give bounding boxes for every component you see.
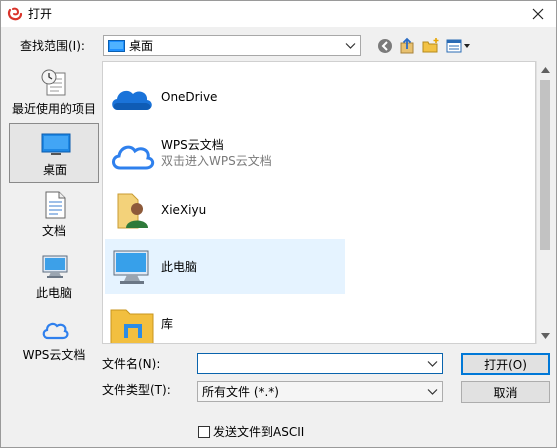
look-in-label: 查找范围(I): (20, 39, 85, 53)
new-folder-button[interactable] (421, 36, 441, 56)
user-folder-icon (117, 193, 148, 229)
file-subtitle: 双击进入WPS云文档 (161, 154, 272, 168)
file-list[interactable]: OneDrive WPS云文档 双击进入WPS云文档 XieXiyu 此电脑 库 (102, 61, 536, 344)
scroll-down-button[interactable] (537, 327, 553, 344)
places-sidebar: 最近使用的项目 桌面 文档 此电脑 WPS云文档 (5, 61, 99, 369)
place-documents[interactable]: 文档 (9, 185, 99, 245)
back-arrow-icon (378, 39, 392, 53)
chevron-down-icon (427, 389, 438, 395)
view-list-icon (446, 39, 470, 53)
chevron-down-icon[interactable] (426, 357, 439, 370)
desktop-folder-icon (108, 40, 125, 52)
list-item-user-folder[interactable]: XieXiyu (105, 182, 345, 237)
list-item-onedrive[interactable]: OneDrive (105, 70, 345, 125)
onedrive-cloud-icon (112, 90, 152, 110)
ascii-checkbox[interactable] (198, 426, 210, 438)
up-folder-button[interactable] (398, 36, 418, 56)
cloud-icon (42, 322, 69, 340)
list-item-wps-cloud[interactable]: WPS云文档 双击进入WPS云文档 (105, 126, 345, 181)
close-button[interactable] (526, 4, 550, 24)
file-name: XieXiyu (161, 203, 207, 217)
place-label: 此电脑 (35, 286, 72, 300)
chevron-down-icon (345, 43, 356, 49)
scroll-up-button[interactable] (537, 61, 553, 78)
place-this-pc[interactable]: 此电脑 (9, 247, 99, 307)
chevron-up-icon (540, 66, 550, 73)
view-menu-button[interactable] (445, 36, 473, 56)
place-label: 最近使用的项目 (11, 102, 96, 116)
place-desktop[interactable]: 桌面 (9, 123, 99, 183)
filetype-dropdown[interactable]: 所有文件 (*.*) (197, 381, 443, 402)
list-item-library[interactable]: 库 (105, 296, 345, 343)
list-item-this-pc[interactable]: 此电脑 (105, 239, 345, 294)
look-in-value: 桌面 (129, 39, 154, 53)
look-in-dropdown[interactable]: 桌面 (103, 35, 361, 56)
wps-cloud-icon (112, 145, 155, 170)
filename-label: 文件名(N): (102, 357, 161, 371)
filetype-value: 所有文件 (*.*) (202, 385, 279, 399)
file-name: OneDrive (161, 90, 218, 104)
place-label: 文档 (41, 224, 66, 238)
place-wps-cloud[interactable]: WPS云文档 (9, 309, 99, 369)
desktop-icon (41, 133, 71, 155)
computer-icon (113, 250, 149, 284)
place-label: 桌面 (42, 163, 67, 177)
vertical-scrollbar[interactable] (536, 61, 553, 344)
filename-combobox[interactable] (197, 353, 443, 374)
title-bar: 打开 (1, 1, 556, 27)
ascii-checkbox-label: 发送文件到ASCII (213, 425, 305, 439)
place-label: WPS云文档 (22, 348, 86, 362)
scroll-thumb[interactable] (540, 80, 550, 250)
chevron-down-icon (540, 332, 550, 339)
open-button[interactable]: 打开(O) (461, 353, 550, 375)
document-icon (45, 191, 66, 219)
up-folder-icon (400, 37, 414, 54)
window-title: 打开 (28, 7, 53, 21)
cancel-button[interactable]: 取消 (461, 381, 550, 403)
file-name: 库 (161, 317, 174, 331)
new-folder-icon (422, 38, 439, 53)
place-recent[interactable]: 最近使用的项目 (9, 63, 99, 123)
filetype-label: 文件类型(T): (102, 383, 171, 397)
recent-items-icon (41, 69, 66, 96)
file-name: 此电脑 (161, 260, 198, 274)
close-icon (532, 8, 544, 20)
filename-input[interactable] (198, 354, 418, 373)
wps-logo-icon (7, 7, 23, 21)
computer-icon (42, 255, 68, 278)
back-button[interactable] (375, 36, 395, 56)
open-file-dialog: 打开 查找范围(I): 桌面 最近使用的项目 桌面 文档 此电脑 WPS云文档 … (0, 0, 557, 448)
file-name: WPS云文档 (161, 138, 224, 152)
library-folder-icon (110, 309, 154, 343)
